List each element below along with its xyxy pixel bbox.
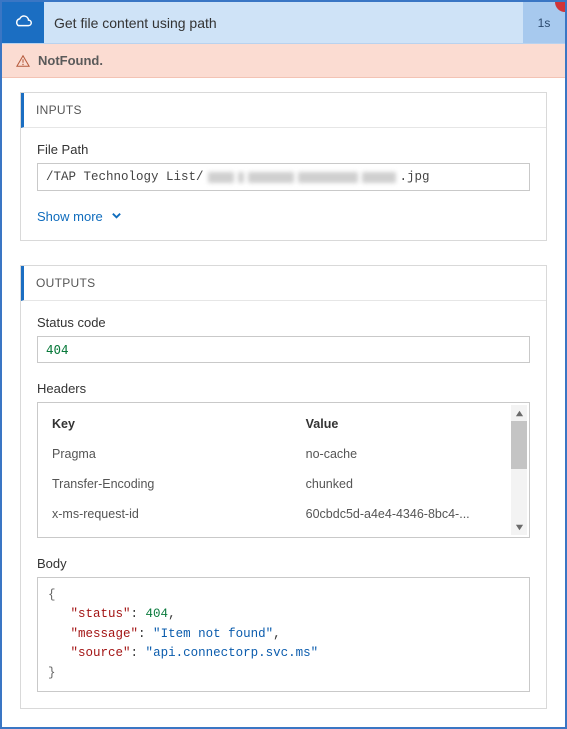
inputs-panel: INPUTS File Path /TAP Technology List/ .… — [20, 92, 547, 241]
headers-col-key: Key — [52, 417, 306, 431]
redacted-text — [248, 172, 294, 183]
error-dot-icon — [555, 0, 567, 12]
card-duration: 1s — [523, 2, 565, 43]
card-title: Get file content using path — [44, 2, 523, 43]
connector-icon-box — [2, 2, 44, 43]
redacted-text — [238, 172, 244, 183]
action-run-details-card: Get file content using path 1s NotFound.… — [0, 0, 567, 729]
show-more-button[interactable]: Show more — [37, 209, 530, 224]
outputs-panel-header: OUTPUTS — [21, 266, 546, 301]
redacted-text — [208, 172, 234, 183]
body-label: Body — [37, 556, 530, 571]
redacted-text — [362, 172, 396, 183]
file-path-value: /TAP Technology List/ .jpg — [37, 163, 530, 191]
file-path-label: File Path — [37, 142, 530, 157]
chevron-down-icon — [111, 209, 122, 224]
warning-triangle-icon — [16, 54, 30, 68]
card-header: Get file content using path 1s — [2, 2, 565, 44]
onedrive-cloud-icon — [12, 10, 34, 35]
scroll-down-button[interactable] — [511, 519, 527, 535]
headers-table: Key Value Pragma no-cache Transfer-Encod… — [37, 402, 530, 538]
headers-row: Transfer-Encoding chunked — [46, 469, 521, 499]
headers-label: Headers — [37, 381, 530, 396]
status-code-value: 404 — [37, 336, 530, 363]
error-message: NotFound. — [38, 53, 103, 68]
error-banner: NotFound. — [2, 44, 565, 78]
scrollbar-thumb[interactable] — [511, 421, 527, 469]
headers-column-row: Key Value — [46, 403, 521, 439]
status-code-label: Status code — [37, 315, 530, 330]
body-json: { "status": 404, "message": "Item not fo… — [37, 577, 530, 692]
inputs-panel-header: INPUTS — [21, 93, 546, 128]
outputs-panel: OUTPUTS Status code 404 Headers — [20, 265, 547, 709]
card-body: INPUTS File Path /TAP Technology List/ .… — [2, 78, 565, 729]
headers-col-value: Value — [306, 417, 497, 431]
scroll-up-button[interactable] — [511, 405, 527, 421]
headers-row: x-ms-request-id 60cbdc5d-a4e4-4346-8bc4-… — [46, 499, 521, 529]
redacted-text — [298, 172, 358, 183]
headers-row: Pragma no-cache — [46, 439, 521, 469]
